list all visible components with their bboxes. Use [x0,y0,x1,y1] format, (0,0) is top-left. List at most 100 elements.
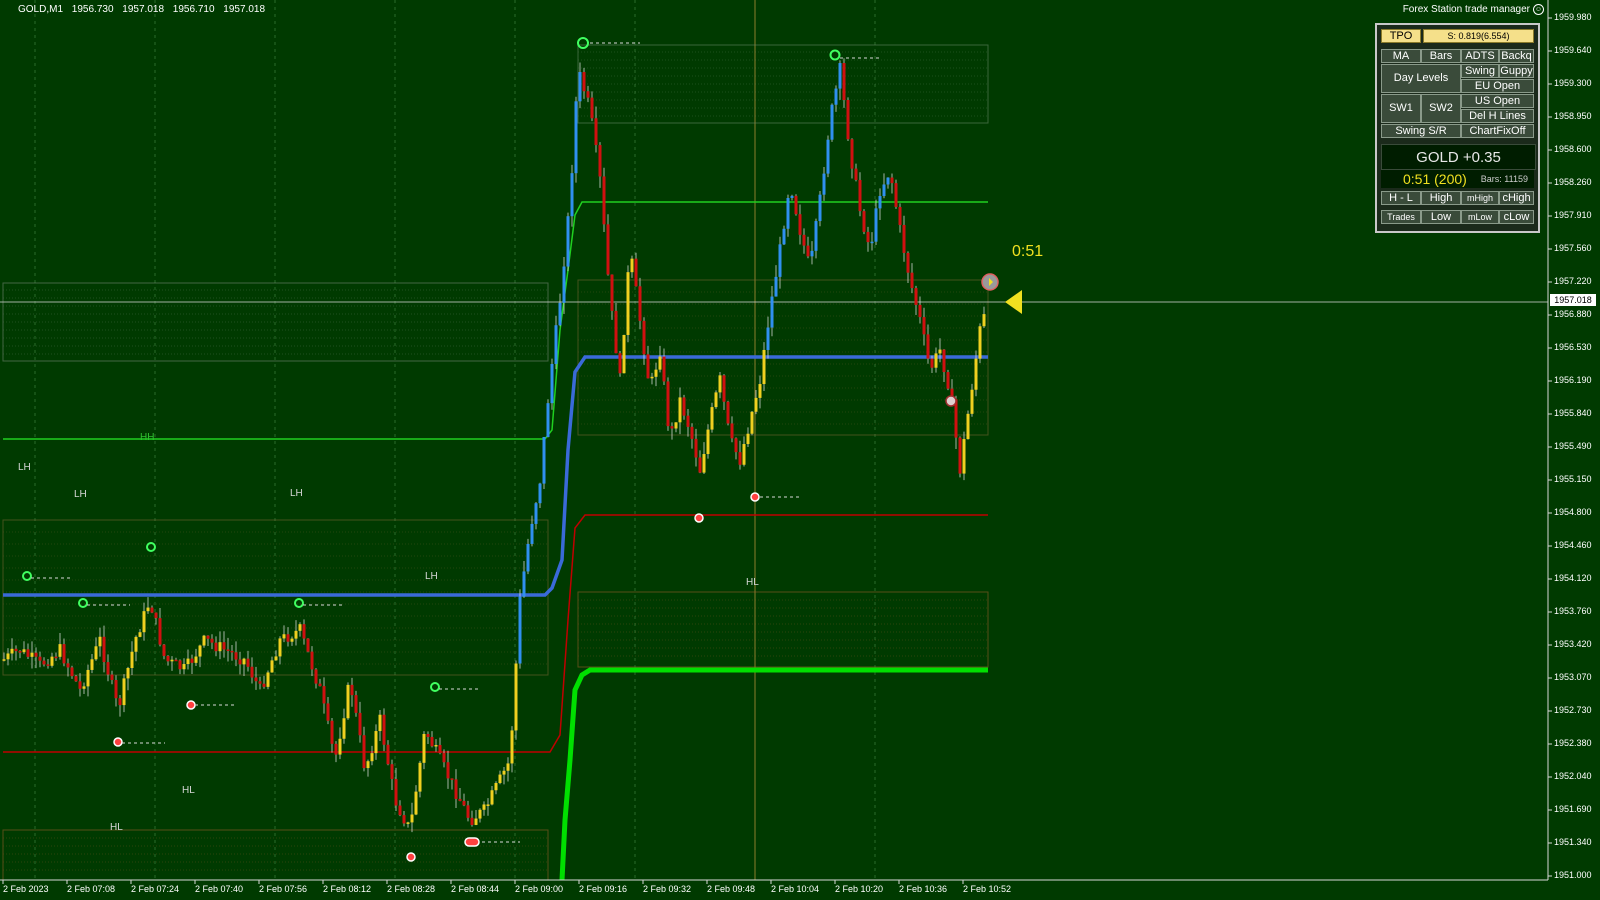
day-levels-button[interactable]: Day Levels [1381,64,1461,93]
price-chart[interactable] [0,0,1600,900]
candle-body [834,88,838,105]
candle-body [854,168,858,180]
candle-body [398,805,402,816]
candle-body [722,375,726,402]
h-l-button[interactable]: H - L [1381,191,1421,205]
candle-body [90,659,94,670]
price-tick-label: 1954.460 [1554,540,1592,550]
candle-body [454,779,458,799]
mlow-button[interactable]: mLow [1461,210,1499,224]
candle-body [390,764,394,779]
mhigh-button[interactable]: mHigh [1461,191,1499,205]
candle-body [942,349,946,373]
tpo-button[interactable]: TPO [1381,29,1421,43]
guppy-button[interactable]: Guppy [1499,64,1534,78]
chigh-button[interactable]: cHigh [1499,191,1534,205]
sw2-button[interactable]: SW2 [1421,94,1461,123]
time-tick-label: 2 Feb 10:52 [963,884,1012,894]
candle-body [298,624,302,631]
candle-body [742,444,746,465]
candle-body [402,815,406,824]
candle-body [530,523,534,544]
adts-button[interactable]: ADTS [1461,49,1499,63]
candle-body [206,635,210,639]
candle-body [910,272,914,289]
low-button[interactable]: Low [1421,210,1461,224]
candle-body [354,695,358,713]
candle-body [810,250,814,257]
candle-body [898,206,902,225]
candle-body [482,804,486,810]
candle-body [386,744,390,765]
bars-button[interactable]: Bars [1421,49,1461,63]
time-tick-label: 2 Feb 07:24 [131,884,180,894]
candle-body [678,397,682,423]
del-h-lines-button[interactable]: Del H Lines [1461,109,1534,123]
candle-body [546,403,550,437]
candle-body [890,177,894,184]
candle-body [50,656,54,666]
price-tick-label: 1958.600 [1554,144,1592,154]
candle-body [850,139,854,169]
candle-body [98,636,102,647]
candle-body [622,334,626,374]
trades-button[interactable]: Trades [1381,210,1421,224]
candle-body [230,650,234,653]
clow-button[interactable]: cLow [1499,210,1534,224]
candle-body [314,669,318,684]
candle-body [766,327,770,350]
swing-sr-button[interactable]: Swing S/R [1381,124,1461,138]
candle-body [310,651,314,670]
candle-body [874,208,878,242]
green-thin-line [3,201,988,440]
candle-body [166,655,170,662]
candle-body [306,638,310,652]
price-tick-label: 1954.120 [1554,573,1592,583]
candle-body [370,753,374,762]
backq-button[interactable]: Backq [1499,49,1534,63]
time-tick-label: 2 Feb 09:16 [579,884,628,894]
candle-body [118,698,122,706]
candle-body [782,228,786,245]
candle-body [506,763,510,771]
candle-body [726,401,730,424]
candle-timer: 0:51 (200) [1403,171,1467,187]
candle-body [258,681,262,684]
us-open-button[interactable]: US Open [1461,94,1534,108]
candle-body [858,179,862,212]
candle-body [58,644,62,657]
candle-body [886,177,890,185]
candle-body [654,369,658,377]
eu-open-button[interactable]: EU Open [1461,79,1534,93]
candle-body [542,436,546,484]
swing-button[interactable]: Swing [1461,64,1499,78]
candle-body [758,384,762,398]
candle-body [478,809,482,819]
candle-body [134,636,138,652]
candle-body [406,822,410,824]
candle-body [914,288,918,305]
swing-label-hl: HL [746,577,759,588]
chart-fix-off-button[interactable]: ChartFixOff [1461,124,1534,138]
candle-body [190,658,194,663]
sw1-button[interactable]: SW1 [1381,94,1421,123]
candle-body [606,224,610,275]
price-tick-label: 1953.760 [1554,606,1592,616]
candle-body [62,644,66,664]
candle-body [278,638,282,657]
candle-body [794,195,798,215]
candle-body [10,648,14,654]
candle-body [358,712,362,736]
candle-body [82,686,86,689]
candle-body [574,101,578,174]
high-button[interactable]: High [1421,191,1461,205]
ma-button[interactable]: MA [1381,49,1421,63]
candle-body [798,214,802,235]
time-tick-label: 2 Feb 07:40 [195,884,244,894]
candle-body [470,817,474,825]
price-tick-label: 1959.640 [1554,45,1592,55]
resistance-zone-top [577,44,989,124]
candle-body [706,429,710,455]
price-tick-label: 1952.730 [1554,705,1592,715]
candle-body [210,638,214,643]
